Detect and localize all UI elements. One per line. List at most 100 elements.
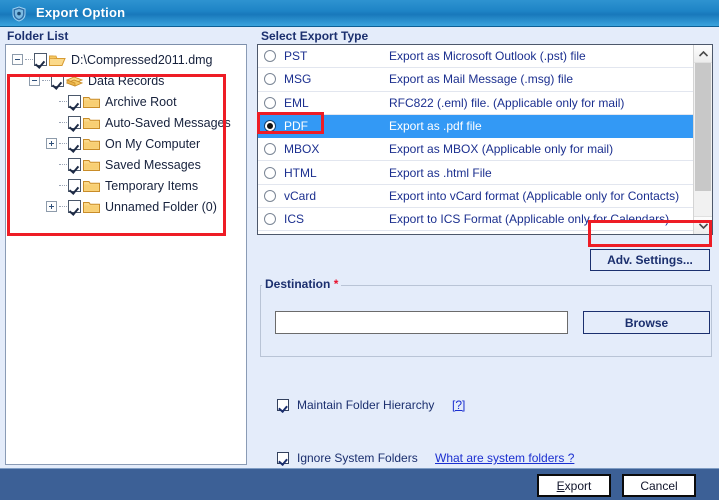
tree-item[interactable]: Archive Root xyxy=(6,91,246,112)
tree-item-checkbox[interactable] xyxy=(51,74,64,87)
tree-item-checkbox[interactable] xyxy=(68,137,81,150)
tree-item-checkbox[interactable] xyxy=(68,179,81,192)
dialog-footer: Export Cancel xyxy=(0,468,719,500)
export-type-description: Export as .html File xyxy=(389,165,492,180)
destination-group-label: Destination * xyxy=(262,277,342,291)
tree-item-label: Saved Messages xyxy=(105,157,201,172)
export-type-name: PST xyxy=(284,49,308,64)
export-type-rows[interactable]: PST Export as Microsoft Outlook (.pst) fi… xyxy=(258,45,693,232)
ignore-system-folders-help-link[interactable]: What are system folders ? xyxy=(435,451,574,465)
export-type-row-mbox[interactable]: MBOX Export as MBOX (Applicable only for … xyxy=(258,138,693,162)
export-type-description: RFC822 (.eml) file. (Applicable only for… xyxy=(389,95,625,110)
destination-path-input[interactable] xyxy=(275,311,568,334)
export-type-radio[interactable] xyxy=(264,73,276,86)
export-type-name: HTML xyxy=(284,165,317,180)
required-marker: * xyxy=(333,277,339,291)
folder-icon xyxy=(83,116,100,130)
tree-item[interactable]: Temporary Items xyxy=(6,175,246,196)
app-shield-icon xyxy=(10,5,27,22)
ignore-system-folders-checkbox[interactable] xyxy=(277,452,289,464)
export-type-radio[interactable] xyxy=(264,213,276,226)
ignore-system-folders-row[interactable]: Ignore System Folders xyxy=(277,451,418,465)
export-type-name: MBOX xyxy=(284,142,320,157)
export-type-radio[interactable] xyxy=(264,166,276,179)
export-type-row-msg[interactable]: MSG Export as Mail Message (.msg) file xyxy=(258,68,693,92)
export-type-radio[interactable] xyxy=(264,50,276,63)
folder-icon xyxy=(83,179,100,193)
tree-connector-line xyxy=(59,163,67,166)
tree-item[interactable]: D:\Compressed2011.dmg xyxy=(6,49,246,70)
export-type-row-vcard[interactable]: vCard Export into vCard format (Applicabl… xyxy=(258,185,693,209)
tree-connector-line xyxy=(59,142,67,145)
export-type-name: MSG xyxy=(284,72,312,87)
maintain-folder-hierarchy-checkbox[interactable] xyxy=(277,399,289,411)
tree-item[interactable]: Data Records xyxy=(6,70,246,91)
tree-item-label: On My Computer xyxy=(105,136,201,151)
folder-icon xyxy=(83,158,100,172)
export-type-row-html[interactable]: HTML Export as .html File xyxy=(258,161,693,185)
tree-item[interactable]: On My Computer xyxy=(6,133,246,154)
tree-item[interactable]: Auto-Saved Messages xyxy=(6,112,246,133)
maintain-folder-hierarchy-row[interactable]: Maintain Folder Hierarchy xyxy=(277,398,434,412)
export-type-row-pdf[interactable]: PDF Export as .pdf file xyxy=(258,114,693,139)
tree-expander-placeholder xyxy=(46,117,57,128)
export-type-radio[interactable] xyxy=(264,96,276,109)
dialog-body: Folder List D:\Compressed2011.dmg Data Re… xyxy=(0,27,719,468)
tree-expand-plus-icon[interactable] xyxy=(46,138,57,149)
maintain-folder-hierarchy-help-link[interactable]: [?] xyxy=(452,398,465,412)
export-type-radio[interactable] xyxy=(264,143,276,156)
folder-tree[interactable]: D:\Compressed2011.dmg Data Records Archive… xyxy=(6,45,246,217)
tree-item[interactable]: Saved Messages xyxy=(6,154,246,175)
cancel-button[interactable]: Cancel xyxy=(622,474,696,497)
export-button[interactable]: Export xyxy=(537,474,611,497)
tree-item-checkbox[interactable] xyxy=(34,53,47,66)
window-titlebar: Export Option xyxy=(0,0,719,27)
export-type-description: Export as Mail Message (.msg) file xyxy=(389,72,574,87)
folder-icon xyxy=(83,95,100,109)
tree-connector-line xyxy=(25,58,33,61)
export-type-radio[interactable] xyxy=(264,189,276,202)
tree-item-checkbox[interactable] xyxy=(68,95,81,108)
tree-connector-line xyxy=(59,205,67,208)
export-type-row-ics[interactable]: ICS Export to ICS Format (Applicable only… xyxy=(258,208,693,232)
chevron-down-icon[interactable] xyxy=(694,216,712,234)
scrollbar-thumb[interactable] xyxy=(695,63,711,191)
export-type-description: Export to ICS Format (Applicable only fo… xyxy=(389,212,670,227)
export-type-name: vCard xyxy=(284,188,317,203)
export-type-row-pst[interactable]: PST Export as Microsoft Outlook (.pst) fi… xyxy=(258,45,693,69)
export-type-row-eml[interactable]: EML RFC822 (.eml) file. (Applicable only … xyxy=(258,92,693,115)
tree-connector-line xyxy=(59,184,67,187)
tree-item-label: Archive Root xyxy=(105,94,177,109)
chevron-up-icon[interactable] xyxy=(694,45,712,63)
tree-item-checkbox[interactable] xyxy=(68,200,81,213)
export-type-description: Export as Microsoft Outlook (.pst) file xyxy=(389,49,586,64)
export-type-name: PDF xyxy=(284,119,308,134)
tree-item-label: D:\Compressed2011.dmg xyxy=(71,52,213,67)
folder-icon xyxy=(83,200,100,214)
tree-expand-plus-icon[interactable] xyxy=(46,201,57,212)
tree-collapse-minus-icon[interactable] xyxy=(29,75,40,86)
destination-group-text: Destination xyxy=(265,277,331,291)
export-type-radio[interactable] xyxy=(264,120,276,133)
adv-settings-button[interactable]: Adv. Settings... xyxy=(590,249,710,271)
tree-expander-placeholder xyxy=(46,96,57,107)
tree-collapse-minus-icon[interactable] xyxy=(12,54,23,65)
folder-tree-panel[interactable]: D:\Compressed2011.dmg Data Records Archive… xyxy=(5,44,247,465)
folder-icon xyxy=(83,137,100,151)
export-type-list[interactable]: PST Export as Microsoft Outlook (.pst) fi… xyxy=(257,44,713,235)
tree-item-label: Data Records xyxy=(88,73,165,88)
tree-item-label: Unnamed Folder (0) xyxy=(105,199,217,214)
browse-button[interactable]: Browse xyxy=(583,311,710,334)
tree-item[interactable]: Unnamed Folder (0) xyxy=(6,196,246,217)
export-type-name: EML xyxy=(284,95,309,110)
export-type-scrollbar[interactable] xyxy=(693,45,712,234)
export-type-description: Export as MBOX (Applicable only for mail… xyxy=(389,142,614,157)
export-type-group-label: Select Export Type xyxy=(258,29,372,43)
tree-connector-line xyxy=(59,121,67,124)
export-button-label: xport xyxy=(564,478,592,493)
open-folder-icon xyxy=(49,53,66,67)
tree-item-label: Auto-Saved Messages xyxy=(105,115,231,130)
export-type-description: Export as .pdf file xyxy=(389,119,482,134)
tree-item-checkbox[interactable] xyxy=(68,158,81,171)
tree-item-checkbox[interactable] xyxy=(68,116,81,129)
